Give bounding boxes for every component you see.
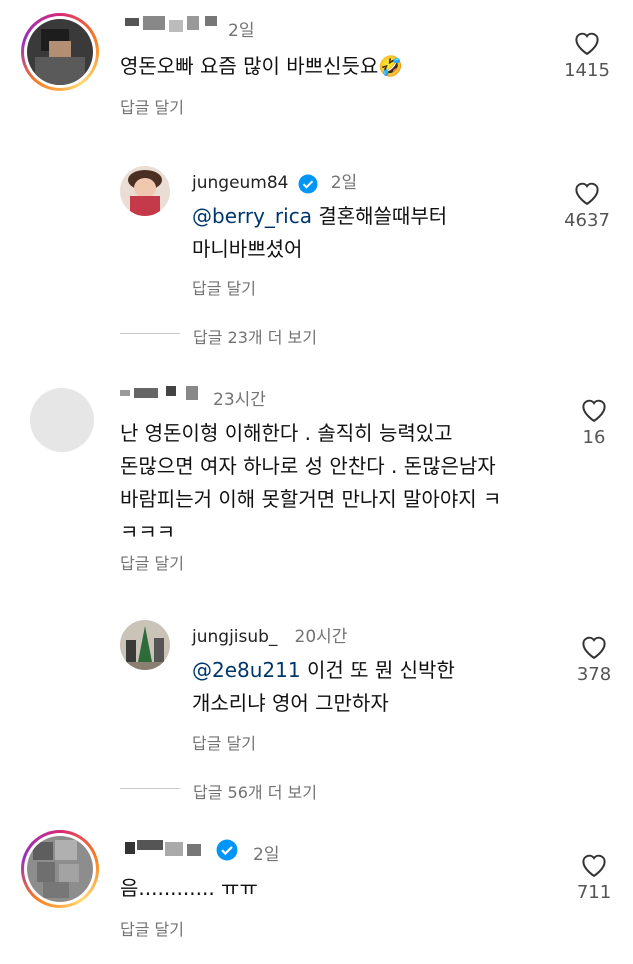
heart-icon (575, 182, 599, 206)
heart-icon (582, 399, 606, 423)
reply-time: 20시간 (294, 627, 348, 647)
heart-icon (575, 32, 599, 56)
username-redacted[interactable] (125, 838, 211, 860)
reply-time: 2일 (330, 173, 358, 193)
reply-button[interactable]: 답글 달기 (192, 275, 256, 299)
avatar[interactable] (120, 166, 170, 216)
reply-button[interactable]: 답글 달기 (120, 916, 184, 940)
reply-button[interactable]: 답글 달기 (120, 550, 184, 574)
like-button[interactable]: 1415 (557, 28, 617, 81)
like-count: 378 (576, 664, 612, 685)
username-redacted[interactable] (125, 14, 225, 36)
like-count: 16 (582, 427, 606, 448)
like-count: 4637 (564, 210, 610, 231)
like-button[interactable]: 4637 (557, 178, 617, 231)
reply-header: jungeum84 2일 (192, 168, 357, 194)
mention-link[interactable]: @berry_rica (192, 204, 312, 228)
reply-button[interactable]: 답글 달기 (120, 94, 184, 118)
comment-text: 영돈오빠 요즘 많이 바쁘신듯요🤣 (120, 54, 404, 78)
comment-time: 2일 (253, 845, 280, 865)
heart-icon (582, 854, 606, 878)
like-count: 711 (576, 882, 612, 903)
avatar[interactable] (21, 830, 99, 908)
view-more-replies[interactable]: 답글 56개 더 보기 (193, 779, 317, 803)
avatar[interactable] (120, 620, 170, 670)
reply-text: @2e8u211 이건 또 뭔 신박한 개소리냐 영어 그만하자 (192, 658, 455, 715)
like-button[interactable]: 16 (564, 395, 624, 448)
view-more-replies[interactable]: 답글 23개 더 보기 (193, 324, 317, 348)
comment-time: 2일 (228, 21, 255, 41)
username-redacted[interactable] (120, 384, 210, 404)
heart-icon (582, 636, 606, 660)
comment-text: 음............ ㅠㅠ (120, 876, 258, 900)
verified-icon (216, 839, 238, 861)
like-button[interactable]: 711 (564, 850, 624, 903)
comment-text: 난 영돈이형 이해한다 . 솔직히 능력있고 돈많으면 여자 하나로 성 안찬다… (120, 421, 502, 544)
reply-header: jungjisub_ 20시간 (192, 622, 347, 647)
like-count: 1415 (564, 60, 610, 81)
reply-button[interactable]: 답글 달기 (192, 730, 256, 754)
reply-username[interactable]: jungjisub_ (192, 627, 277, 647)
reply-username[interactable]: jungeum84 (192, 173, 289, 193)
avatar[interactable] (30, 388, 94, 452)
avatar[interactable] (21, 13, 99, 91)
divider (120, 788, 180, 789)
divider (120, 333, 180, 334)
verified-icon (298, 174, 318, 193)
mention-link[interactable]: @2e8u211 (192, 658, 301, 682)
comment-time: 23시간 (213, 390, 266, 410)
like-button[interactable]: 378 (564, 632, 624, 685)
reply-text: @berry_rica 결혼해쓸때부터 마니바쁘셨어 (192, 204, 448, 261)
